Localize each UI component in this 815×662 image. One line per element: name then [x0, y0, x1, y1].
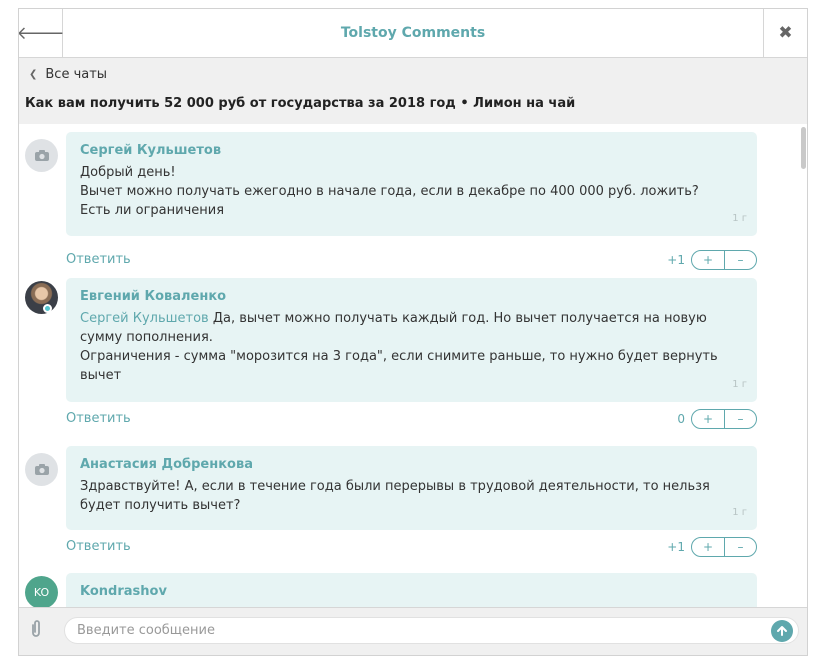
avatar[interactable]: [25, 453, 58, 486]
vote-control: +1 + –: [667, 250, 757, 270]
message-time: 1 г: [732, 213, 747, 224]
chevron-left-icon: ❮: [29, 69, 38, 80]
message-time: 1 г: [732, 379, 747, 390]
downvote-button[interactable]: –: [724, 538, 756, 556]
vote-score: 0: [677, 412, 685, 426]
comments-window: 🡐 Tolstoy Comments ✖ ❮ Все чаты Как вам …: [18, 8, 808, 656]
vote-score: +1: [667, 540, 685, 554]
paperclip-icon[interactable]: [29, 619, 43, 644]
downvote-button[interactable]: –: [724, 410, 756, 428]
avatar[interactable]: [25, 139, 58, 172]
downvote-button[interactable]: –: [724, 251, 756, 269]
reply-button[interactable]: Ответить: [66, 539, 131, 554]
camera-icon: [34, 150, 49, 161]
message-author[interactable]: Сергей Кульшетов: [80, 141, 743, 160]
all-chats-label: Все чаты: [45, 67, 108, 82]
arrow-left-icon: 🡐: [18, 22, 65, 44]
message-author[interactable]: Kondrashov: [80, 582, 743, 601]
message-input[interactable]: Введите сообщение: [64, 617, 799, 644]
upvote-button[interactable]: +: [692, 251, 724, 269]
message-actions: Ответить 0 + –: [66, 409, 757, 431]
message-bubble: Евгений Коваленко Сергей Кульшетов Да, в…: [66, 278, 757, 402]
reply-button[interactable]: Ответить: [66, 252, 131, 267]
send-button[interactable]: [771, 620, 793, 642]
message-list[interactable]: Сергей Кульшетов Добрый день! Вычет можн…: [19, 124, 807, 609]
message-text: Сергей Кульшетов Да, вычет можно получат…: [80, 309, 743, 347]
message-bubble: Сергей Кульшетов Добрый день! Вычет можн…: [66, 132, 757, 236]
message-author[interactable]: Евгений Коваленко: [80, 287, 743, 306]
avatar[interactable]: KO: [25, 576, 58, 609]
close-button[interactable]: ✖: [763, 9, 807, 57]
upvote-button[interactable]: +: [692, 410, 724, 428]
message-line: Добрый день!: [80, 165, 176, 180]
message-time: 1 г: [732, 507, 747, 518]
close-icon: ✖: [778, 23, 793, 43]
message-actions: Ответить +1 + –: [66, 250, 757, 272]
window-title: Tolstoy Comments: [340, 25, 486, 41]
message-line: Вычет можно получать ежегодно в начале г…: [80, 184, 699, 199]
message-actions: Ответить +1 + –: [66, 537, 757, 559]
chat-title: Как вам получить 52 000 руб от государст…: [25, 96, 576, 111]
chat-header: ❮ Все чаты Как вам получить 52 000 руб о…: [19, 58, 807, 124]
online-indicator: [43, 304, 52, 313]
message-author[interactable]: Анастасия Добренкова: [80, 455, 743, 474]
message-line: Есть ли ограничения: [80, 203, 225, 218]
vote-control: 0 + –: [677, 409, 757, 429]
send-arrow-icon: [777, 626, 787, 636]
camera-icon: [34, 464, 49, 475]
message-composer: Введите сообщение: [19, 607, 807, 655]
back-button[interactable]: 🡐: [18, 9, 65, 57]
mention-link[interactable]: Сергей Кульшетов: [80, 311, 209, 326]
message-line: Ограничения - сумма "морозится на 3 года…: [80, 349, 718, 383]
vote-score: +1: [667, 253, 685, 267]
avatar[interactable]: [25, 281, 58, 314]
message-bubble: Kondrashov: [66, 573, 757, 609]
reply-button[interactable]: Ответить: [66, 411, 131, 426]
titlebar: 🡐 Tolstoy Comments ✖: [19, 9, 807, 58]
scrollbar-thumb[interactable]: [801, 127, 806, 169]
upvote-button[interactable]: +: [692, 538, 724, 556]
message-line: Здравствуйте! А, если в течение года был…: [80, 479, 710, 513]
message-bubble: Анастасия Добренкова Здравствуйте! А, ес…: [66, 446, 757, 530]
vote-control: +1 + –: [667, 537, 757, 557]
all-chats-link[interactable]: ❮ Все чаты: [29, 67, 107, 82]
